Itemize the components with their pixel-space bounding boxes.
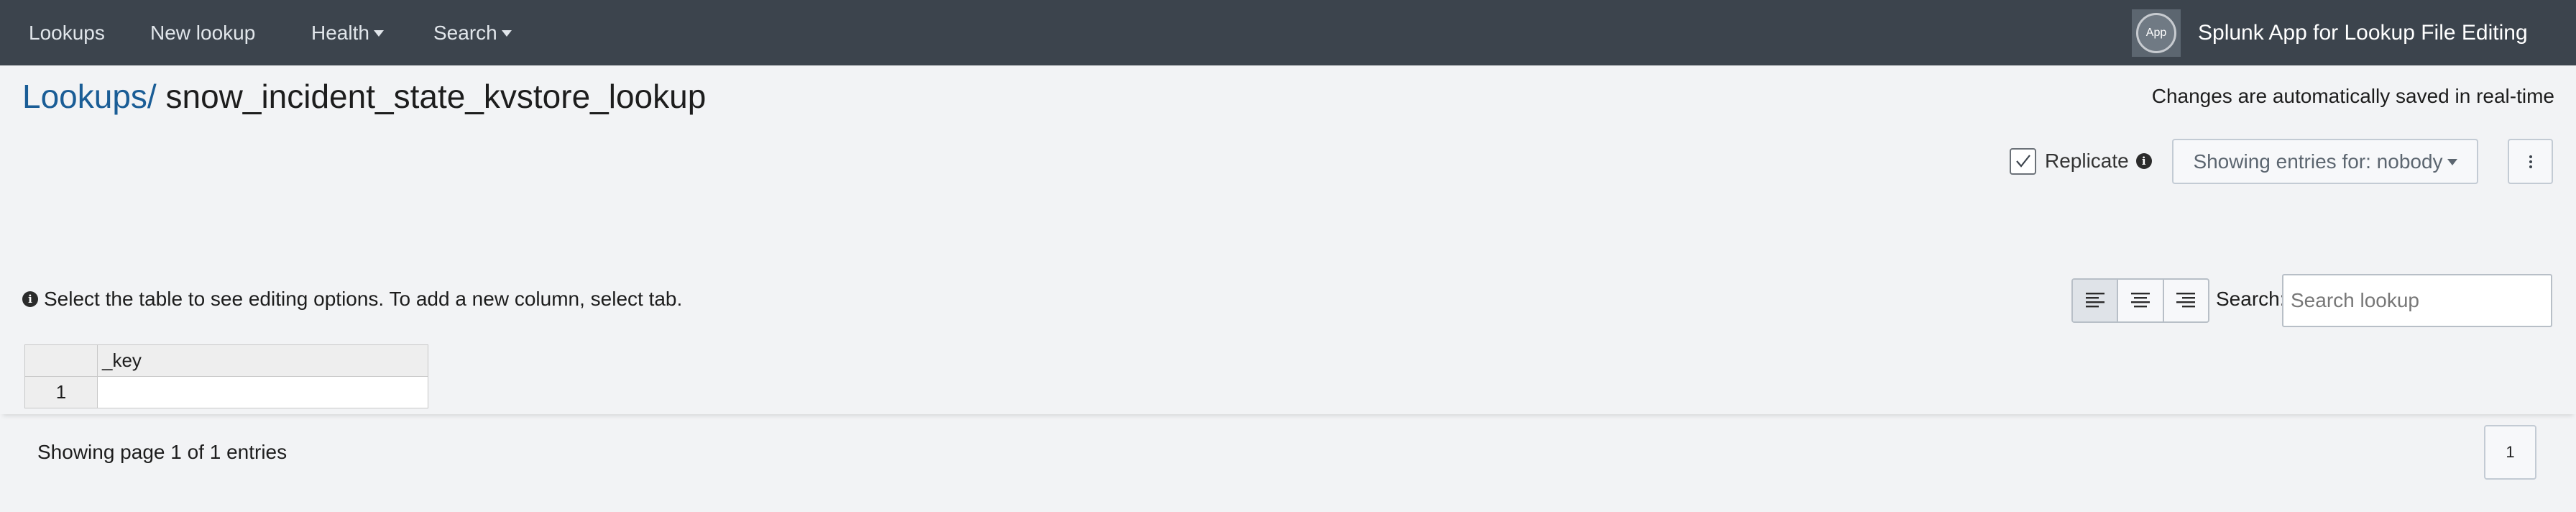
nav-search-menu[interactable]: Search xyxy=(433,0,512,65)
alignment-button-group xyxy=(2071,278,2209,323)
chevron-down-icon xyxy=(373,30,384,37)
chevron-down-icon xyxy=(501,30,512,37)
breadcrumb: Lookups/ snow_incident_state_kvstore_loo… xyxy=(22,75,706,118)
info-icon[interactable]: i xyxy=(2135,153,2152,169)
replicate-checkbox[interactable] xyxy=(2010,147,2036,175)
table-row: 1 xyxy=(24,376,428,408)
pagination-summary: Showing page 1 of 1 entries xyxy=(37,441,288,463)
align-center-icon xyxy=(2130,293,2150,308)
table-help-label: Select the table to see editing options.… xyxy=(44,288,683,310)
kebab-menu-icon xyxy=(2529,155,2532,168)
table-cell[interactable] xyxy=(97,376,428,408)
app-badge-circle: App xyxy=(2136,13,2176,53)
showing-entries-label: Showing entries for: nobody xyxy=(2193,150,2443,173)
page-title: snow_incident_state_kvstore_lookup xyxy=(165,78,707,115)
nav-search-label: Search xyxy=(433,21,497,44)
search-label: Search: xyxy=(2216,288,2286,310)
nav-health-menu[interactable]: Health xyxy=(311,0,384,65)
chevron-down-icon xyxy=(2447,159,2457,165)
lookup-table[interactable]: _key 1 xyxy=(24,344,428,408)
top-navbar: Lookups New lookup Health Search App Spl… xyxy=(0,0,2576,65)
nav-lookups-label: Lookups xyxy=(29,21,105,44)
showing-entries-dropdown[interactable]: Showing entries for: nobody xyxy=(2172,139,2478,184)
replicate-option: Replicate i xyxy=(2010,147,2152,175)
align-right-icon xyxy=(2176,293,2196,308)
replicate-label: Replicate xyxy=(2045,150,2129,172)
more-options-button[interactable] xyxy=(2508,139,2553,184)
nav-health-label: Health xyxy=(311,21,369,44)
checkmark-icon xyxy=(2015,155,2030,168)
nav-new-lookup-label: New lookup xyxy=(150,21,256,44)
row-header[interactable]: 1 xyxy=(24,376,98,408)
nav-new-lookup[interactable]: New lookup xyxy=(150,0,255,65)
autosave-note: Changes are automatically saved in real-… xyxy=(2151,85,2554,107)
nav-lookups[interactable]: Lookups xyxy=(29,0,105,65)
align-left-icon xyxy=(2085,293,2104,308)
info-icon: i xyxy=(22,291,38,307)
column-header-key[interactable]: _key xyxy=(97,344,428,377)
align-center-button[interactable] xyxy=(2118,280,2164,321)
search-input[interactable] xyxy=(2282,274,2552,327)
page-1-button[interactable]: 1 xyxy=(2484,425,2536,480)
breadcrumb-lookups-link[interactable]: Lookups/ xyxy=(22,78,157,115)
align-left-button[interactable] xyxy=(2073,280,2119,321)
app-icon[interactable]: App xyxy=(2132,9,2181,57)
align-right-button[interactable] xyxy=(2164,280,2208,321)
table-header-row: _key xyxy=(24,344,428,377)
app-title: Splunk App for Lookup File Editing xyxy=(2198,20,2528,45)
table-help-text: i Select the table to see editing option… xyxy=(22,288,682,311)
table-corner-cell[interactable] xyxy=(24,344,98,377)
